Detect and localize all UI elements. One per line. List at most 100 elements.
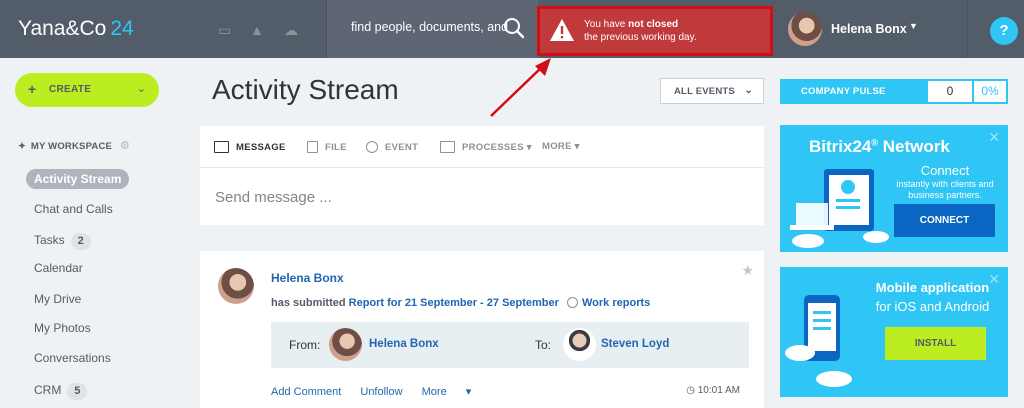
message-icon [214,141,229,153]
warning-line2: the previous working day. [584,32,697,43]
search-icon[interactable] [502,16,526,40]
post-action: has submitted [271,297,346,309]
clock-icon [366,141,378,153]
warning-bold: not closed [628,19,679,30]
from-label: From: [289,338,321,352]
chevron-down-icon: ⌄ [136,83,146,95]
message-input[interactable]: Send message ... [215,189,332,206]
plus-icon: + [28,81,37,97]
from-name[interactable]: Helena Bonx [369,338,439,350]
sidebar-item-label: My Photos [34,321,91,335]
sidebar-item-label: Conversations [34,351,111,365]
report-from-to: From: Helena Bonx To: Steven Loyd [271,322,749,368]
network-title-a: Bitrix [809,137,853,156]
network-title-c: Network [882,137,950,156]
pulse-percent: 0% [974,81,1006,102]
sidebar-item-tasks[interactable]: Tasks 2 [26,230,99,250]
sidebar-item-activity-stream[interactable]: Activity Stream [26,169,130,189]
more-label: More [421,386,447,398]
workspace-title[interactable]: ✦ MY WORKSPACE ⚙ [18,139,130,152]
logo[interactable]: Yana&Co 24 [18,17,134,41]
header-divider [967,0,968,58]
post-summary: has submitted Report for 21 September - … [271,297,650,309]
search-bar[interactable]: find people, documents, and [326,0,538,58]
tab-file[interactable]: FILE [307,141,347,153]
sidebar-item-chat-and-calls[interactable]: Chat and Calls [26,199,121,219]
cloud-icon[interactable]: ☁ [284,22,298,39]
sidebar-item-label: Chat and Calls [34,202,113,216]
avatar[interactable] [218,268,254,304]
tab-message[interactable]: MESSAGE [214,141,286,153]
devices-illustration-icon [790,169,889,248]
work-reports-link[interactable]: Work reports [582,297,650,309]
to-label: To: [535,338,552,352]
connect-button[interactable]: CONNECT [894,204,995,237]
create-label: CREATE [49,84,92,95]
report-link[interactable]: Report for 21 September - 27 September [349,297,559,309]
page-title: Activity Stream [212,74,399,105]
chevron-down-icon: ▼ [909,21,918,31]
tab-label: MESSAGE [236,142,286,153]
tab-label: MORE [542,141,572,152]
sidebar-item-crm[interactable]: CRM 5 [26,380,95,400]
mobile-promo: ✕ Mobile application for iOS and Android… [780,267,1008,397]
crm-counter: 5 [67,383,88,400]
tab-label: FILE [325,142,347,153]
edit-icon [440,141,455,153]
tab-label: PROCESSES [462,142,524,153]
post-time-label: 10:01 AM [697,385,740,396]
clock-icon: ◷ [686,385,695,396]
network-description: instantly with clients and business part… [896,179,994,200]
tab-processes[interactable]: PROCESSES ▾ [440,141,532,153]
help-button[interactable]: ? [990,17,1018,45]
warning-prefix: You have [584,19,629,30]
sidebar-item-my-drive[interactable]: My Drive [26,289,89,309]
star-icon[interactable]: ★ [741,262,754,279]
post-author[interactable]: Helena Bonx [271,271,344,285]
sidebar-item-label: Tasks [34,233,65,247]
avatar [563,328,596,361]
workday-warning[interactable]: You have not closed the previous working… [537,6,773,56]
chat-icon[interactable]: ▭ [218,22,231,39]
avatar [329,328,362,361]
more-link[interactable]: More ▾ [422,386,472,398]
gear-icon[interactable]: ⚙ [120,140,130,152]
filter-label: ALL EVENTS [674,86,735,97]
create-button[interactable]: + CREATE ⌄ [15,73,159,107]
sidebar-item-label: Activity Stream [34,172,122,186]
sidebar-item-label: CRM [34,383,62,397]
install-button[interactable]: INSTALL [885,327,986,360]
warning-text: You have not closed the previous working… [584,18,697,44]
bell-icon[interactable]: ▲ [250,22,264,38]
sidebar-item-label: Calendar [34,261,83,275]
file-icon [307,141,318,153]
composer-tabs: MESSAGE FILE EVENT PROCESSES ▾ MORE ▾ [200,126,764,168]
all-events-filter[interactable]: ALL EVENTS ⌄ [660,78,764,104]
pulse-value: 0 [928,81,972,102]
annotation-arrow [490,58,551,117]
logo-name: Yana&Co [18,17,107,40]
company-pulse[interactable]: COMPANY PULSE 0 0% [780,79,1008,104]
chevron-down-icon: ⌄ [744,85,753,96]
add-comment-link[interactable]: Add Comment [271,386,341,398]
mobile-subtitle: for iOS and Android [875,299,990,314]
tab-more[interactable]: MORE ▾ [542,141,580,152]
network-title: Bitrix24® Network [809,137,950,156]
user-name: Helena Bonx [831,22,907,36]
network-title-b: 24 [852,137,872,156]
phone-illustration-icon [785,295,852,387]
pin-icon: ✦ [18,141,27,152]
unfollow-link[interactable]: Unfollow [360,386,402,398]
tab-label: EVENT [385,142,419,153]
sidebar-item-calendar[interactable]: Calendar [26,258,91,278]
sidebar-item-my-photos[interactable]: My Photos [26,318,99,338]
avatar [788,12,822,46]
search-input[interactable]: find people, documents, and [351,20,508,34]
top-header: Yana&Co 24 ▭ ▲ ☁ find people, documents, … [0,0,1024,58]
tab-event[interactable]: EVENT [366,141,418,153]
post-time: ◷ 10:01 AM [686,385,740,396]
to-name[interactable]: Steven Loyd [601,338,669,350]
close-icon[interactable]: ✕ [988,129,1000,146]
sidebar-item-conversations[interactable]: Conversations [26,348,119,368]
mobile-title: Mobile application [875,280,990,295]
